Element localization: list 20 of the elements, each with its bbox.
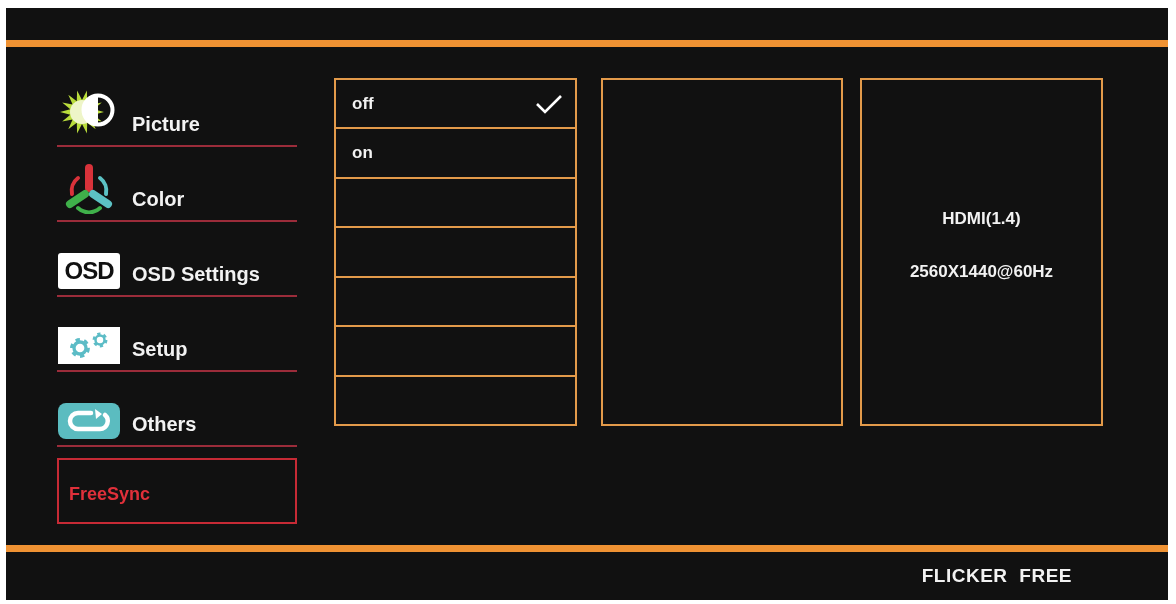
menu-label: Picture: [132, 113, 200, 136]
info-text: HDMI(1.4): [942, 208, 1021, 229]
menu-label: Others: [132, 413, 197, 436]
footer-label: FLICKER FREE: [921, 565, 1072, 587]
option-row[interactable]: on: [336, 129, 575, 179]
menu-item[interactable]: Setup: [57, 297, 297, 372]
color-wheel-icon: [64, 164, 114, 214]
menu-item[interactable]: OSD OSD Settings: [57, 222, 297, 297]
menu-item[interactable]: Others: [57, 372, 297, 447]
menu-item[interactable]: Picture: [57, 72, 297, 147]
osd-badge: OSD: [58, 253, 120, 289]
menu-item[interactable]: Color: [57, 147, 297, 222]
menu-label: Setup: [132, 338, 188, 361]
menu-label: FreeSync: [69, 484, 151, 505]
gears-icon: [58, 327, 120, 364]
menu-label: OSD Settings: [132, 263, 260, 286]
option-row[interactable]: off: [336, 80, 575, 130]
menu-item[interactable]: FreeSync: [57, 458, 297, 524]
menu-label: Color: [132, 188, 185, 211]
info-text: 2560X1440@60Hz: [909, 261, 1054, 282]
